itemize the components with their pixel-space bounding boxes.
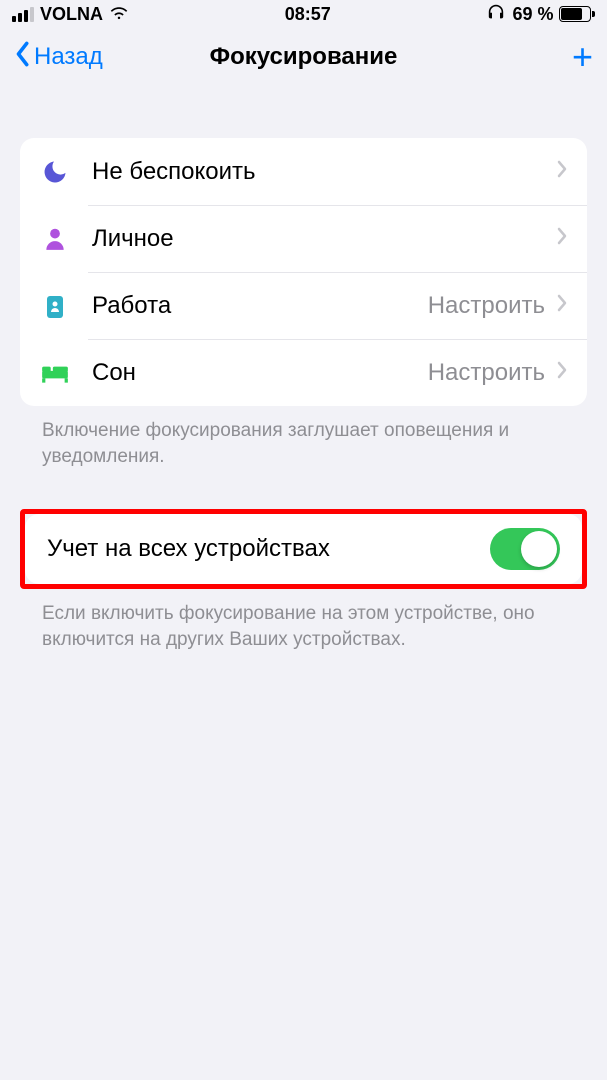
focus-mode-work[interactable]: Работа Настроить <box>20 272 587 339</box>
badge-icon <box>40 291 70 321</box>
chevron-left-icon <box>14 41 30 74</box>
share-across-devices-label: Учет на всех устройствах <box>47 535 490 563</box>
focus-mode-personal[interactable]: Личное <box>20 205 587 272</box>
battery-icon <box>559 6 595 22</box>
headphones-icon <box>486 4 506 25</box>
focus-mode-label: Сон <box>92 359 428 387</box>
focus-footer-text: Включение фокусирования заглушает оповещ… <box>20 406 587 469</box>
cellular-signal-icon <box>12 7 34 22</box>
chevron-right-icon <box>557 361 567 384</box>
back-label: Назад <box>34 43 103 71</box>
bed-icon <box>40 358 70 388</box>
moon-icon <box>40 157 70 187</box>
wifi-icon <box>109 4 129 25</box>
focus-mode-label: Работа <box>92 292 428 320</box>
carrier-label: VOLNA <box>40 4 103 25</box>
share-across-devices-group: Учет на всех устройствах <box>25 514 582 584</box>
person-icon <box>40 224 70 254</box>
focus-mode-sleep[interactable]: Сон Настроить <box>20 339 587 406</box>
status-bar: VOLNA 08:57 69 % <box>0 0 607 28</box>
back-button[interactable]: Назад <box>14 41 103 74</box>
focus-mode-label: Не беспокоить <box>92 158 557 186</box>
focus-mode-do-not-disturb[interactable]: Не беспокоить <box>20 138 587 205</box>
share-across-devices-row[interactable]: Учет на всех устройствах <box>25 514 582 584</box>
share-toggle[interactable] <box>490 528 560 570</box>
navigation-bar: Назад Фокусирование + <box>0 28 607 86</box>
clock: 08:57 <box>285 4 331 25</box>
toggle-knob <box>521 531 557 567</box>
focus-mode-detail: Настроить <box>428 359 545 387</box>
chevron-right-icon <box>557 227 567 250</box>
chevron-right-icon <box>557 294 567 317</box>
focus-modes-group: Не беспокоить Личное Работа Настроить <box>20 138 587 406</box>
share-footer-text: Если включить фокусирование на этом устр… <box>20 589 587 652</box>
page-title: Фокусирование <box>210 43 398 71</box>
focus-mode-detail: Настроить <box>428 292 545 320</box>
focus-mode-label: Личное <box>92 225 557 253</box>
highlight-annotation: Учет на всех устройствах <box>20 509 587 589</box>
chevron-right-icon <box>557 160 567 183</box>
add-button[interactable]: + <box>572 39 593 75</box>
battery-percent: 69 % <box>512 4 553 25</box>
plus-icon: + <box>572 36 593 77</box>
